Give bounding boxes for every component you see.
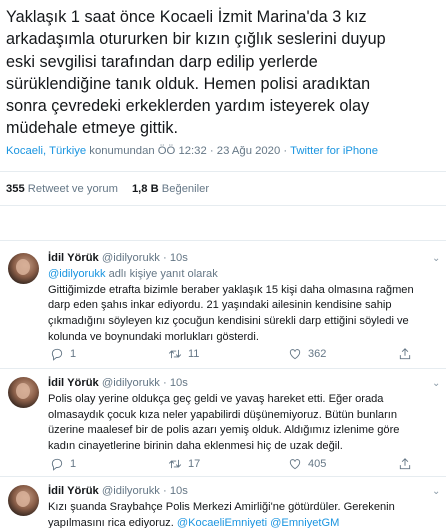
reply-actions: 1 11 362: [48, 347, 428, 363]
retweets-stat[interactable]: 355 Retweet ve yorum: [6, 183, 118, 195]
share-action[interactable]: [398, 457, 412, 471]
reply-text-line: kolunda ve boynundaki morlukları gösterd…: [48, 330, 259, 343]
chevron-down-icon[interactable]: ⌄: [432, 378, 440, 389]
share-icon: [399, 458, 411, 470]
like-count: 405: [308, 458, 327, 470]
tweet-text-line: sürüklendiğine tanık olduk. Hemen polisi…: [6, 74, 371, 93]
reply-count: 1: [70, 348, 77, 360]
reply-text-line: olmasaydık çocuk kıza neler yapabilirdi …: [48, 408, 398, 421]
reply-body: Polis olay yerine oldukça geç geldi ve y…: [48, 392, 440, 455]
reply-text-line: Kızı şuanda Sraybahçe Polis Merkezi Amir…: [48, 501, 395, 513]
author-name[interactable]: İdil Yörük: [48, 252, 99, 264]
mention-link[interactable]: @EmniyetGM: [270, 517, 339, 528]
tweet-text-line: arkadaşımla otururken bir kızın çığlık s…: [6, 30, 386, 49]
share-action[interactable]: [398, 347, 412, 361]
avatar[interactable]: [8, 485, 39, 516]
reply-text-line: Polis olay yerine oldukça geç geldi ve y…: [48, 393, 384, 405]
reply-header: İdil Yörük @idilyorukk · 10s: [48, 485, 188, 497]
author-name[interactable]: İdil Yörük: [48, 377, 99, 389]
avatar[interactable]: [8, 253, 39, 284]
like-action[interactable]: 362: [288, 347, 326, 361]
reply-text-line: kadın cinayetlerine birinin daha eklenme…: [48, 440, 343, 453]
reply-tweet[interactable]: İdil Yörük @idilyorukk · 10s ⌄ Kızı şuan…: [0, 477, 446, 528]
mention-link[interactable]: @idilyorukk: [48, 268, 106, 280]
location-link[interactable]: Kocaeli, Türkiye: [6, 145, 86, 157]
likes-stat[interactable]: 1,8 B Beğeniler: [132, 183, 209, 195]
heart-icon: [289, 459, 301, 470]
retweet-icon: [168, 459, 182, 469]
source-link[interactable]: Twitter for iPhone: [290, 145, 378, 157]
likes-count: 1,8 B: [131, 183, 159, 195]
tweet-text-line: sonra çevredeki erkeklerden yardım istey…: [6, 97, 370, 116]
author-name[interactable]: İdil Yörük: [48, 485, 99, 497]
reply-action[interactable]: 1: [50, 347, 76, 361]
retweet-action[interactable]: 11: [168, 347, 199, 361]
tweet-meta: Kocaeli, Türkiye konumundan ÖÖ 12:32 · 2…: [6, 145, 436, 157]
tweet-text: Yaklaşık 1 saat önce Kocaeli İzmit Marin…: [6, 6, 442, 140]
reply-text-line: çıkmadığını söyleyen kız çocuğun kendisi…: [48, 315, 409, 328]
author-handle-time: @idilyorukk · 10s: [101, 377, 188, 389]
tweet-stats: 355 Retweet ve yorum 1,8 B Beğeniler: [6, 183, 209, 195]
reply-text-line: Gittiğimizde etrafta bizimle beraber yak…: [48, 283, 414, 296]
tweet-text-line: müdehale etmeye gittik.: [6, 119, 179, 138]
likes-label: Beğeniler: [161, 183, 210, 195]
mention-link[interactable]: @KocaeliEmniyeti: [177, 517, 267, 528]
retweets-count: 355: [6, 183, 25, 195]
reply-body: @idilyorukk adlı kişiye yanıt olarak Git…: [48, 267, 440, 346]
author-handle-time: @idilyorukk · 10s: [101, 252, 188, 264]
reply-text-line: yapılmasını rica ediyoruz. @KocaeliEmniy…: [48, 516, 340, 528]
timestamp: konumundan ÖÖ 12:32 · 23 Ağu 2020 ·: [86, 145, 291, 157]
divider: [0, 171, 446, 172]
reply-text-line: darp eden şahıs inkar ediyordu. 21 yaşın…: [48, 299, 392, 312]
share-icon: [399, 348, 411, 360]
tweet-text-line: eski sevgilisi tarafından darp edilip ye…: [6, 52, 318, 71]
author-handle-time: @idilyorukk · 10s: [101, 485, 188, 497]
reply-count: 1: [70, 458, 77, 470]
chevron-down-icon[interactable]: ⌄: [432, 486, 440, 497]
reply-action[interactable]: 1: [50, 457, 76, 471]
retweet-action[interactable]: 17: [168, 457, 200, 471]
reply-tweet[interactable]: İdil Yörük @idilyorukk · 10s ⌄ Polis ola…: [0, 369, 446, 476]
replying-to: @idilyorukk adlı kişiye yanıt olarak: [48, 268, 218, 280]
avatar[interactable]: [8, 377, 39, 408]
reply-text-line: üzerine maalesef bir de polis azarı yemi…: [48, 424, 400, 437]
tweet-text-line: Yaklaşık 1 saat önce Kocaeli İzmit Marin…: [6, 8, 367, 26]
retweet-icon: [168, 349, 182, 359]
reply-actions: 1 17 405: [48, 457, 428, 473]
retweet-count: 17: [188, 458, 201, 470]
reply-header: İdil Yörük @idilyorukk · 10s: [48, 252, 188, 264]
reply-tweet[interactable]: İdil Yörük @idilyorukk · 10s ⌄ @idilyoru…: [0, 241, 446, 368]
heart-icon: [289, 349, 301, 360]
like-action[interactable]: 405: [288, 457, 326, 471]
retweet-count: 11: [188, 348, 200, 360]
reply-icon: [51, 458, 63, 471]
reply-header: İdil Yörük @idilyorukk · 10s: [48, 377, 188, 389]
chevron-down-icon[interactable]: ⌄: [432, 253, 440, 264]
retweets-label: Retweet ve yorum: [27, 183, 118, 195]
reply-body: Kızı şuanda Sraybahçe Polis Merkezi Amir…: [48, 500, 440, 528]
like-count: 362: [308, 348, 327, 360]
reply-icon: [51, 348, 63, 361]
divider: [0, 205, 446, 206]
